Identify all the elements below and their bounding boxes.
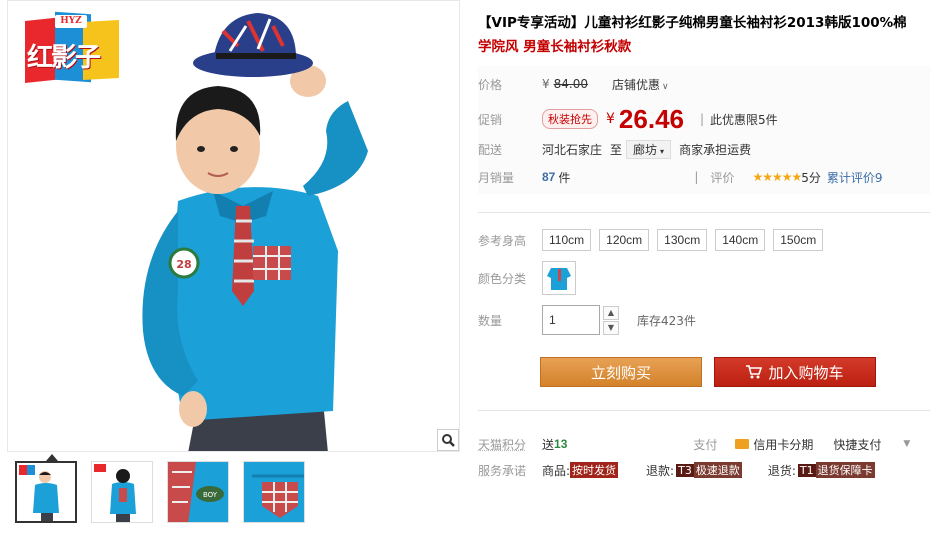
main-product-image[interactable]: 28 HYZ 红影子 — [7, 0, 460, 452]
size-row: 参考身高 110cm 120cm 130cm 140cm 150cm — [478, 229, 824, 251]
quantity-stepper: ▲ ▼ — [603, 305, 619, 335]
price-row: 价格 ¥ 84.00 店铺优惠 ∨ — [478, 75, 669, 93]
promise-row: 服务承诺 商品: 按时发货 退款: T3 极速退款 退货: T1 退货保障卡 — [478, 461, 875, 479]
delivery-to: 至 — [610, 142, 623, 157]
origin-city: 河北石家庄 — [542, 142, 603, 157]
section-divider — [478, 212, 930, 213]
promo-limit: 此优惠限5件 — [710, 112, 778, 127]
card-installment[interactable]: 信用卡分期 — [753, 436, 813, 453]
original-price: 84.00 — [553, 77, 588, 91]
svg-text:BOY: BOY — [203, 491, 218, 499]
refund-badge: T3 — [676, 463, 694, 477]
brand-logo: HYZ 红影子 — [25, 11, 121, 85]
rating-score: 5分 — [801, 170, 821, 185]
promo-row: 促销 秋装抢先 ¥ 26.46 | 此优惠限5件 — [478, 104, 778, 134]
size-option[interactable]: 120cm — [599, 229, 650, 251]
credit-card-icon — [735, 439, 750, 449]
divider-bar: | — [700, 112, 705, 126]
product-subtitle: 学院风 男童长袖衬衫秋款 — [478, 39, 632, 55]
product-gallery: 28 HYZ 红影子 BOY — [7, 0, 460, 533]
add-to-cart-button[interactable]: 加入购物车 — [714, 357, 876, 387]
add-to-cart-label: 加入购物车 — [768, 363, 844, 382]
cart-icon — [746, 365, 763, 379]
thumbnail-4[interactable] — [243, 461, 305, 523]
points-value: 13 — [554, 437, 568, 451]
quantity-row: 数量 1 ▲ ▼ 库存423件 — [478, 304, 696, 336]
rating-label: 评价 — [710, 170, 735, 185]
pay-label: 支付 — [693, 437, 718, 452]
color-row: 颜色分类 — [478, 261, 576, 295]
quantity-label: 数量 — [478, 313, 503, 328]
thumbnail-2[interactable] — [91, 461, 153, 523]
delivery-row: 配送 河北石家庄 至 廊坊 ▾ 商家承担运费 — [478, 139, 751, 159]
sales-row: 月销量 87 件 | 评价 ★★★★★ 5分 累计评价9 — [478, 167, 883, 187]
points-label: 天猫积分 — [478, 437, 527, 452]
promo-tag: 秋装抢先 — [542, 109, 598, 129]
quantity-input[interactable]: 1 — [542, 305, 600, 335]
color-option-blue[interactable] — [542, 261, 576, 295]
stock-text: 库存423件 — [637, 313, 696, 328]
monthly-sales-label: 月销量 — [478, 170, 515, 185]
price-label: 价格 — [478, 77, 503, 92]
buy-now-label: 立刻购买 — [590, 363, 651, 382]
size-option[interactable]: 110cm — [542, 229, 592, 251]
refund-tag[interactable]: 极速退款 — [693, 462, 742, 478]
promo-label: 促销 — [478, 112, 503, 127]
increment-icon[interactable]: ▲ — [603, 305, 619, 320]
divider-bar: | — [694, 170, 699, 184]
promo-currency: ¥ — [606, 111, 615, 127]
size-option[interactable]: 130cm — [657, 229, 708, 251]
chevron-down-icon[interactable]: ▼ — [903, 439, 910, 449]
shop-discount-label: 店铺优惠 — [612, 77, 661, 92]
product-title: 【VIP专享活动】儿童衬衫红影子纯棉男童长袖衬衫2013韩版100%棉 — [478, 15, 907, 31]
thumbnail-strip: BOY — [15, 461, 305, 523]
points-prefix: 送 — [542, 437, 555, 452]
color-label: 颜色分类 — [478, 271, 527, 286]
thumbnail-3[interactable]: BOY — [167, 461, 229, 523]
points-pay-row: 天猫积分 送 13 支付 信用卡分期 快捷支付 ▼ — [478, 435, 910, 453]
size-label: 参考身高 — [478, 233, 527, 248]
magnifier-icon[interactable] — [437, 429, 459, 451]
destination-value: 廊坊 — [633, 142, 658, 157]
size-option[interactable]: 150cm — [773, 229, 824, 251]
svg-text:28: 28 — [176, 258, 191, 271]
quick-pay[interactable]: 快捷支付 — [833, 436, 881, 453]
destination-select[interactable]: 廊坊 ▾ — [626, 139, 672, 159]
price-currency: ¥ — [542, 77, 550, 91]
refund-label: 退款: — [646, 463, 675, 478]
chevron-down-icon: ∨ — [662, 81, 669, 92]
promo-price: 26.46 — [618, 103, 684, 134]
chevron-down-icon: ▾ — [660, 146, 665, 156]
review-count-link[interactable]: 累计评价9 — [827, 169, 883, 186]
brand-badge: HYZ — [55, 15, 87, 28]
shop-discount[interactable]: 店铺优惠 ∨ — [612, 76, 669, 93]
goods-tag[interactable]: 按时发货 — [570, 462, 619, 478]
buy-now-button[interactable]: 立刻购买 — [540, 357, 702, 387]
section-divider — [478, 410, 930, 411]
brand-name: 红影子 — [27, 43, 101, 73]
size-options: 110cm 120cm 130cm 140cm 150cm — [542, 229, 824, 251]
delivery-label: 配送 — [478, 142, 503, 157]
shipping-info: 商家承担运费 — [679, 142, 752, 157]
rating-stars: ★★★★★ — [752, 170, 802, 184]
goods-label: 商品: — [542, 463, 571, 478]
promise-label: 服务承诺 — [478, 463, 527, 478]
return-label: 退货: — [767, 463, 796, 478]
active-thumb-indicator — [46, 454, 58, 461]
return-tag[interactable]: 退货保障卡 — [815, 462, 875, 478]
size-option[interactable]: 140cm — [715, 229, 766, 251]
monthly-sales-value: 87 — [542, 170, 556, 184]
monthly-sales-unit: 件 — [558, 170, 571, 185]
return-badge: T1 — [797, 463, 816, 477]
thumbnail-1[interactable] — [15, 461, 77, 523]
decrement-icon[interactable]: ▼ — [603, 320, 619, 335]
